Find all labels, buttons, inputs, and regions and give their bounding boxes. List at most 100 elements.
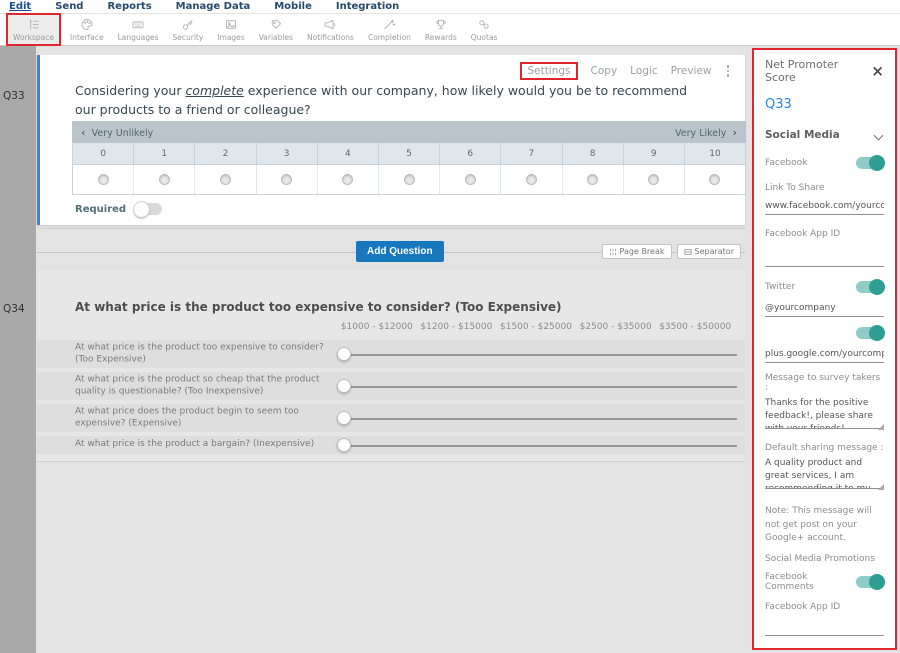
default-sharing-textarea[interactable]: A quality product and great services, I …	[765, 457, 884, 489]
googleplus-setting	[765, 327, 884, 339]
facebook-comments-toggle[interactable]	[856, 576, 884, 588]
chevron-right-icon[interactable]: ›	[732, 126, 737, 139]
trophy-icon	[433, 17, 449, 32]
toolbar-item-images[interactable]: Images	[212, 15, 249, 44]
resize-grip-icon[interactable]	[878, 424, 884, 430]
more-options-icon[interactable]	[725, 63, 732, 79]
twitter-handle-input[interactable]	[765, 301, 884, 317]
toolbar-item-quotas[interactable]: Quotas	[466, 15, 503, 44]
toolbar-label: Interface	[70, 33, 104, 42]
nps-scale: ‹ Very Unlikely Very Likely › 0 1 2 3 4 …	[72, 121, 746, 195]
slider-track[interactable]	[337, 445, 737, 447]
nps-radio-2[interactable]	[220, 174, 231, 185]
nps-left-label: Very Unlikely	[92, 128, 154, 139]
toolbar-item-security[interactable]: Security	[168, 15, 209, 44]
menu-edit[interactable]: Edit	[9, 1, 31, 12]
toolbar-item-notifications[interactable]: Notifications	[302, 15, 359, 44]
slider-handle[interactable]	[337, 438, 351, 452]
slider-track[interactable]	[337, 386, 737, 388]
question-divider: Add Question Page Break Separator	[37, 228, 745, 270]
chevron-left-icon[interactable]: ‹	[81, 126, 86, 139]
nps-number: 2	[195, 143, 256, 164]
image-icon	[223, 17, 239, 32]
slider-row-label: At what price is the product a bargain? …	[75, 439, 330, 451]
resize-grip-icon[interactable]	[878, 484, 884, 490]
nps-radio-9[interactable]	[648, 174, 659, 185]
toolbar-label: Notifications	[307, 33, 354, 42]
copy-button[interactable]: Copy	[591, 65, 618, 77]
social-media-label: Social Media	[765, 129, 840, 141]
toolbar-item-interface[interactable]: Interface	[65, 15, 109, 44]
separator-button[interactable]: Separator	[677, 244, 742, 259]
facebook-link-input[interactable]	[765, 199, 884, 215]
question-text-q34[interactable]: At what price is the product too expensi…	[75, 300, 562, 314]
close-icon[interactable]: ×	[871, 65, 884, 77]
slider-handle[interactable]	[337, 411, 351, 425]
googleplus-toggle[interactable]	[856, 327, 884, 339]
slider-handle[interactable]	[337, 347, 351, 361]
nps-radio-3[interactable]	[281, 174, 292, 185]
menu-mobile[interactable]: Mobile	[274, 1, 312, 12]
nps-radio-0[interactable]	[98, 174, 109, 185]
slider-row-label: At what price is the product so cheap th…	[75, 374, 330, 397]
slider-track[interactable]	[337, 418, 737, 420]
nps-number: 4	[318, 143, 379, 164]
logic-button[interactable]: Logic	[630, 65, 657, 77]
question-code-gutter: Q33 Q34	[0, 46, 36, 653]
nps-right-label: Very Likely	[675, 128, 726, 139]
chevron-down-icon	[874, 130, 884, 140]
nps-radio-cell	[440, 165, 501, 194]
facebook-app-id-input[interactable]	[765, 251, 884, 267]
nps-radio-7[interactable]	[526, 174, 537, 185]
menu-integration[interactable]: Integration	[336, 1, 399, 12]
separator-icon	[684, 248, 692, 256]
social-media-section-header[interactable]: Social Media	[765, 129, 884, 141]
page-break-button[interactable]: Page Break	[602, 244, 672, 259]
panel-title: Net Promoter Score	[765, 58, 871, 84]
toolbar-item-rewards[interactable]: Rewards	[420, 15, 462, 44]
twitter-setting: Twitter	[765, 281, 884, 293]
nps-radio-6[interactable]	[465, 174, 476, 185]
nps-radio-cell	[624, 165, 685, 194]
nps-number: 0	[73, 143, 134, 164]
required-label: Required	[75, 204, 126, 215]
question-text-q33[interactable]: Considering your complete experience wit…	[75, 81, 693, 120]
nps-radio-10[interactable]	[709, 174, 720, 185]
menu-send[interactable]: Send	[55, 1, 83, 12]
nps-number: 5	[379, 143, 440, 164]
slider-track[interactable]	[337, 354, 737, 356]
message-textarea-wrap: Thanks for the positive feedback!, pleas…	[765, 397, 884, 433]
googleplus-note: Note: This message will not get post on …	[765, 505, 884, 546]
twitter-toggle[interactable]	[856, 281, 884, 293]
toolbar-item-languages[interactable]: Languages	[113, 15, 164, 44]
slider-row: At what price does the product begin to …	[37, 404, 745, 432]
menu-reports[interactable]: Reports	[107, 1, 151, 12]
megaphone-icon	[322, 17, 338, 32]
nps-radio-cell	[195, 165, 256, 194]
question-code-q34: Q34	[3, 303, 25, 315]
slider-row: At what price is the product too expensi…	[37, 340, 745, 368]
price-range-header: $1200 - $15000	[417, 322, 497, 332]
facebook-app-id2-input[interactable]	[765, 622, 884, 636]
message-textarea[interactable]: Thanks for the positive feedback!, pleas…	[765, 397, 884, 429]
nps-radio-4[interactable]	[342, 174, 353, 185]
menu-manage-data[interactable]: Manage Data	[176, 1, 251, 12]
preview-button[interactable]: Preview	[671, 65, 712, 77]
add-question-button[interactable]: Add Question	[356, 241, 444, 262]
nps-radio-8[interactable]	[587, 174, 598, 185]
facebook-toggle[interactable]	[856, 157, 884, 169]
required-toggle[interactable]	[134, 203, 162, 215]
toolbar-item-completion[interactable]: Completion	[363, 15, 416, 44]
message-label: Message to survey takers :	[765, 373, 884, 393]
googleplus-link-input[interactable]	[765, 347, 884, 363]
facebook-label: Facebook	[765, 158, 807, 168]
toolbar-item-workspace[interactable]: Workspace	[6, 13, 61, 46]
price-range-header: $1500 - $25000	[496, 322, 576, 332]
nps-radio-5[interactable]	[404, 174, 415, 185]
toolbar-item-variables[interactable]: Variables	[254, 15, 298, 44]
settings-button[interactable]: Settings	[520, 62, 577, 80]
slider-row: At what price is the product so cheap th…	[37, 372, 745, 400]
link-to-share-label: Link To Share	[765, 183, 884, 193]
slider-handle[interactable]	[337, 379, 351, 393]
nps-radio-1[interactable]	[159, 174, 170, 185]
